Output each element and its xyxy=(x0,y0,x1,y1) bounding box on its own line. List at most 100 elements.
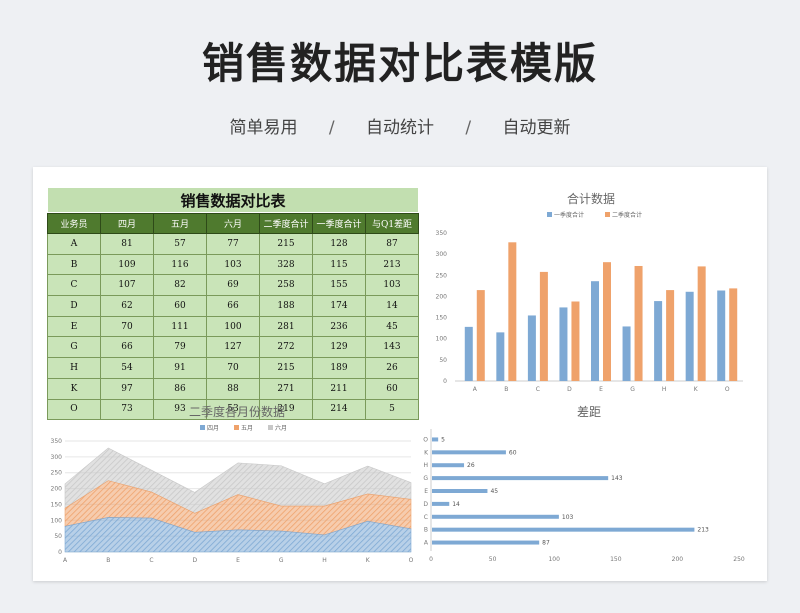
table-cell: 103 xyxy=(206,253,260,276)
page-title: 销售数据对比表模版 xyxy=(201,39,598,88)
table-cell: 328 xyxy=(259,253,313,276)
table-cell: 127 xyxy=(206,336,260,359)
data-label: 60 xyxy=(509,449,517,456)
y-tick-label: 0 xyxy=(443,378,447,385)
table-cell: 129 xyxy=(312,336,366,359)
bar xyxy=(432,437,439,442)
table-cell: 103 xyxy=(365,274,419,297)
chart-title: 二季度各月份数据 xyxy=(189,404,285,419)
table-cell: 271 xyxy=(259,377,313,400)
table-cell: 88 xyxy=(206,377,260,400)
legend-label: 一季度合计 xyxy=(554,211,584,219)
y-tick-label: 50 xyxy=(439,357,447,364)
data-label: 26 xyxy=(467,462,475,469)
data-label: 14 xyxy=(452,501,460,508)
bar xyxy=(432,489,488,493)
table-cell: 70 xyxy=(206,357,260,379)
y-tick-label: K xyxy=(424,449,429,456)
table-row: H 54 91 70 215 189 26 xyxy=(47,357,419,379)
sales-table-section: 销售数据对比表 业务员 四月 五月 六月 二季度合计 一季度合计 与Q1差距 A 81 57 77… xyxy=(47,187,419,421)
x-tick-label: 100 xyxy=(548,556,560,563)
table-cell: 66 xyxy=(100,336,154,359)
x-tick-label: E xyxy=(236,557,240,564)
x-tick-label: G xyxy=(279,557,284,564)
bar xyxy=(432,476,609,481)
table-cell: 45 xyxy=(365,315,419,338)
legend-swatch xyxy=(200,425,205,430)
x-tick-label: A xyxy=(473,386,478,393)
y-tick-label: 250 xyxy=(436,272,448,279)
y-tick-label: 200 xyxy=(436,293,448,300)
gap-bar-chart-svg: 差距A 87B 213C 103D 14E 45G 143H 26K 60O 50 50 100 150… xyxy=(423,405,745,563)
y-tick-label: D xyxy=(423,501,428,508)
y-tick-label: 300 xyxy=(436,251,448,258)
x-tick-label: D xyxy=(192,557,197,564)
table-cell: 57 xyxy=(153,233,207,255)
table-cell: G xyxy=(47,336,101,359)
data-label: 103 xyxy=(562,514,574,521)
feature-item: 自动更新 xyxy=(502,118,571,138)
table-cell: 70 xyxy=(100,315,154,338)
legend-swatch xyxy=(234,425,239,430)
separator: / xyxy=(328,118,335,138)
table-row: B 109 116 103 328 115 213 xyxy=(47,253,419,276)
column-header: 四月 xyxy=(100,213,154,234)
y-tick-label: 200 xyxy=(51,486,63,493)
legend-label: 五月 xyxy=(241,425,253,432)
data-label: 45 xyxy=(490,488,498,495)
x-tick-label: O xyxy=(409,557,414,564)
table-cell: 109 xyxy=(100,253,154,276)
bar xyxy=(666,290,675,381)
table-row: A 81 57 77 215 128 87 xyxy=(47,233,419,255)
table-cell: 77 xyxy=(206,233,260,255)
x-tick-label: 250 xyxy=(733,556,745,563)
column-header: 业务员 xyxy=(47,213,101,234)
table-cell: 215 xyxy=(259,233,313,255)
monthly-area-chart-svg: 二季度各月份数据四月 五月 六月 0 50 100 150 200 250 300 350 A B C D E… xyxy=(51,404,414,564)
table-cell: H xyxy=(47,357,101,379)
y-tick-label: O xyxy=(423,436,428,443)
column-header: 二季度合计 xyxy=(259,213,313,234)
y-tick-label: 100 xyxy=(51,517,63,524)
y-tick-label: 0 xyxy=(58,549,62,556)
chart-title: 差距 xyxy=(577,405,601,419)
x-tick-label: 0 xyxy=(429,556,433,563)
bar xyxy=(591,281,599,381)
table-row: D 62 60 66 188 174 14 xyxy=(47,295,419,317)
table-cell: 97 xyxy=(100,377,154,400)
x-tick-label: 200 xyxy=(672,556,684,563)
table-row: K 97 86 88 271 211 60 xyxy=(47,377,419,400)
table-cell: 81 xyxy=(100,233,154,255)
table-cell: 115 xyxy=(312,253,366,276)
x-tick-label: K xyxy=(366,557,371,564)
y-tick-label: E xyxy=(424,488,428,495)
bar xyxy=(697,266,706,381)
x-tick-label: 150 xyxy=(610,556,622,563)
table-row: E 70 111 100 281 236 45 xyxy=(47,315,419,338)
table-cell: 54 xyxy=(100,357,154,379)
table-cell: 107 xyxy=(100,274,154,297)
bar xyxy=(685,291,694,381)
feature-item: 自动统计 xyxy=(366,118,434,138)
table-cell: E xyxy=(47,315,101,338)
table-cell: 188 xyxy=(259,295,313,317)
table-cell: 79 xyxy=(153,336,207,359)
table-cell: 91 xyxy=(153,357,207,379)
x-tick-label: E xyxy=(599,386,603,393)
x-tick-label: B xyxy=(106,557,110,564)
x-tick-label: O xyxy=(725,386,730,393)
data-label: 5 xyxy=(441,436,445,443)
y-tick-label: 150 xyxy=(436,315,448,322)
table-cell: 174 xyxy=(312,295,366,317)
y-tick-label: 250 xyxy=(51,470,63,477)
bar xyxy=(432,527,695,532)
table-cell: 155 xyxy=(312,274,366,297)
table-cell: 272 xyxy=(259,336,313,359)
y-tick-label: C xyxy=(424,514,428,521)
bar xyxy=(527,315,536,381)
sales-table: 业务员 四月 五月 六月 二季度合计 一季度合计 与Q1差距 A 81 57 77 215 128 87… xyxy=(47,213,419,421)
x-tick-label: G xyxy=(630,386,635,393)
bar xyxy=(496,332,505,381)
table-cell: 143 xyxy=(365,336,419,359)
y-tick-label: H xyxy=(423,462,428,469)
